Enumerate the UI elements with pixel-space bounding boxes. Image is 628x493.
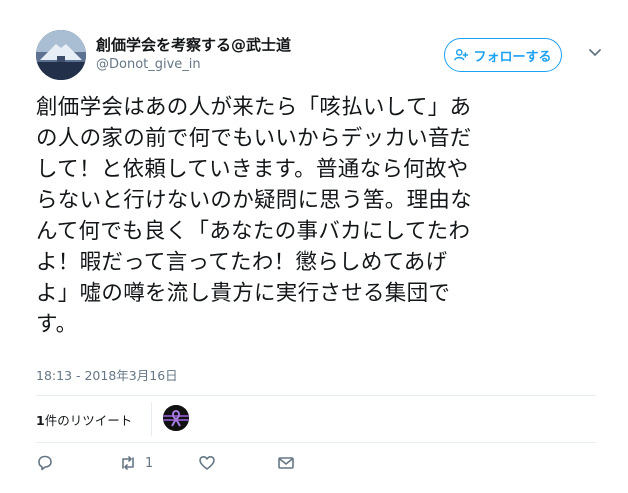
retweet-icon bbox=[122, 456, 134, 470]
tweet-line: して！と依頼していきます。普通なら何故や bbox=[36, 154, 596, 185]
retweet-count[interactable]: 1 件のリツイート bbox=[36, 410, 132, 429]
divider bbox=[36, 395, 596, 396]
tweet-line: んて何でも良く「あなたの事バカにしてたわ bbox=[36, 219, 471, 244]
tweet-actions: 1 bbox=[36, 454, 316, 474]
avatar-mountain-image bbox=[36, 30, 86, 80]
retweet-action-count: 1 bbox=[145, 455, 154, 471]
retweet-number: 1 bbox=[36, 413, 45, 428]
tweet-line: の人の家の前で何でもいいからデッカい音だ bbox=[36, 123, 596, 154]
divider bbox=[151, 402, 152, 436]
highlight: 創価学会はあの人が来たら「咳払いして」あ bbox=[36, 95, 472, 122]
tweet-line: よ」噓の噂を流し貴方に実行させる集団で bbox=[36, 281, 451, 306]
reply-button[interactable] bbox=[36, 454, 54, 472]
add-user-icon bbox=[454, 49, 469, 61]
highlight: して！と依頼していきます。 bbox=[36, 157, 316, 184]
tweet-text: 創価学会はあの人が来たら「咳払いして」あ の人の家の前で何でもいいからデッカい音… bbox=[36, 92, 596, 340]
retweet-button[interactable]: 1 bbox=[119, 454, 153, 472]
heart-icon bbox=[199, 456, 215, 470]
tweet-timestamp[interactable]: 18:13 - 2018年3月16日 bbox=[36, 365, 178, 384]
display-name[interactable]: 創価学会を考察する@武士道 bbox=[96, 34, 291, 55]
reply-icon bbox=[38, 455, 52, 471]
follow-button-label: フォローする bbox=[473, 49, 552, 65]
retweet-label: 件のリツイート bbox=[44, 413, 133, 428]
tweet-line: よ！暇だって言ってたわ！懲らしめてあげ bbox=[36, 250, 448, 275]
direct-message-button[interactable] bbox=[277, 454, 295, 472]
envelope-icon bbox=[278, 457, 294, 469]
more-options-button[interactable] bbox=[587, 44, 603, 60]
retweeter-avatar[interactable] bbox=[163, 405, 189, 431]
username[interactable]: @Donot_give_in bbox=[96, 57, 201, 72]
highlight: の人の家の前で何でもいいからデッカい音だ bbox=[36, 126, 472, 153]
follow-button[interactable]: フォローする bbox=[444, 38, 562, 72]
divider bbox=[36, 442, 596, 443]
chevron-down-icon bbox=[589, 49, 601, 56]
tweet-line-rest: 普通なら何故や bbox=[315, 157, 469, 182]
tweet-line: 創価学会はあの人が来たら「咳払いして」あ bbox=[36, 92, 596, 123]
tweet-line: らないと行けないのか疑問に思う筈。理由な bbox=[36, 188, 473, 213]
avatar[interactable] bbox=[36, 30, 86, 80]
like-button[interactable] bbox=[198, 454, 216, 472]
ribbon-icon bbox=[163, 405, 189, 431]
tweet-line: す。 bbox=[36, 312, 78, 337]
